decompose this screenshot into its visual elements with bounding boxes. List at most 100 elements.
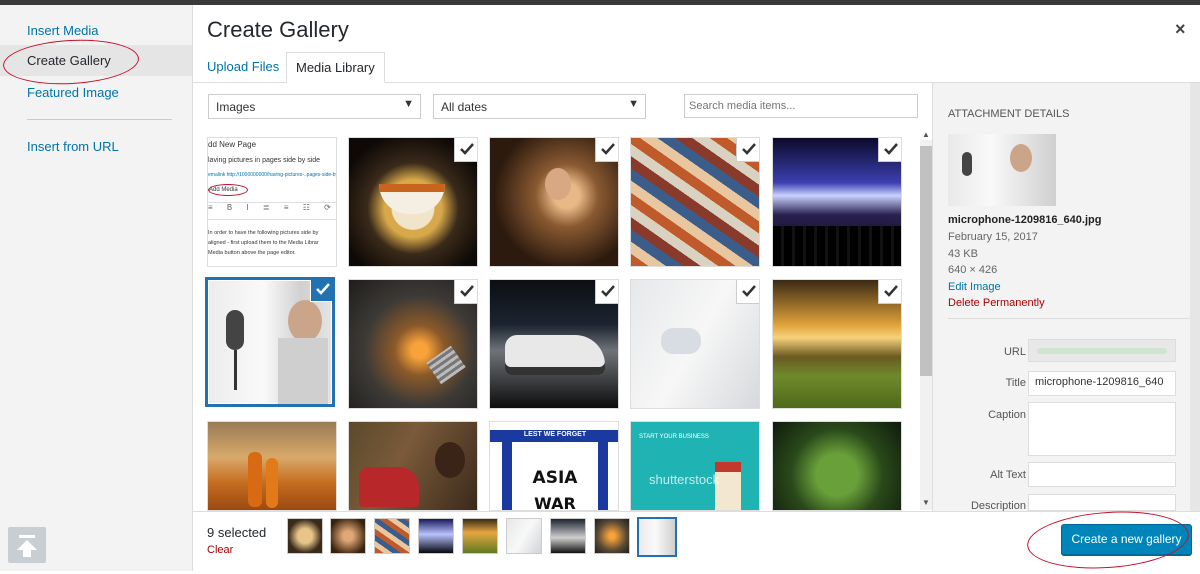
selection-thumb-sunset[interactable] — [462, 518, 498, 554]
tea-cup-shape — [379, 184, 445, 214]
banner-line: shutterstock — [649, 472, 720, 487]
media-tile-screenshot[interactable]: dd New Page laving pictures in pages sid… — [207, 137, 337, 267]
media-tile-sneakers[interactable] — [348, 421, 478, 511]
doc-line: dd New Page — [208, 140, 257, 149]
poster-line: LEST WE FORGET — [523, 431, 587, 438]
caption-label: Caption — [988, 409, 1026, 421]
boy-shirt — [278, 338, 328, 404]
chevron-down-icon: ▼ — [403, 98, 414, 110]
doc-toolbar: ≡ B I ≣ ≡ ☷ ⟳ — [208, 202, 336, 220]
media-tile-asia-war-poster[interactable]: LEST WE FORGET ASIA WAR — [489, 421, 619, 511]
media-tile-tea-cup[interactable] — [348, 137, 478, 267]
media-tile-violin[interactable] — [489, 137, 619, 267]
clear-selection-link[interactable]: Clear — [207, 544, 233, 556]
details-separator — [948, 318, 1191, 319]
media-tile-lightbulb[interactable] — [348, 279, 478, 409]
details-scrollbar[interactable] — [1190, 83, 1200, 511]
doc-line: Add Media — [208, 184, 248, 196]
attachment-details-panel: ATTACHMENT DETAILS microphone-1209816_64… — [932, 83, 1200, 512]
media-tile-business-banner[interactable]: START YOUR BUSINESS shutterstock — [630, 421, 760, 511]
title-field[interactable]: microphone-1209816_640 — [1028, 371, 1176, 396]
media-tile-race-car[interactable] — [489, 279, 619, 409]
check-icon[interactable] — [455, 280, 477, 303]
microphone-shape — [962, 152, 972, 176]
media-type-select[interactable]: Images ▼ — [208, 94, 421, 119]
attachment-date: February 15, 2017 — [948, 231, 1038, 243]
torii-pillar — [502, 442, 512, 510]
selection-thumb-doctor[interactable] — [506, 518, 542, 554]
attachment-details-heading: ATTACHMENT DETAILS — [948, 108, 1070, 120]
attachment-thumbnail — [948, 134, 1056, 206]
edit-image-link[interactable]: Edit Image — [948, 281, 1001, 293]
date-filter-select[interactable]: All dates ▼ — [433, 94, 646, 119]
selection-thumb-race-car[interactable] — [550, 518, 586, 554]
scroll-up-arrow[interactable]: ▲ — [922, 130, 930, 139]
race-car-body — [505, 335, 605, 375]
url-field[interactable] — [1028, 339, 1176, 362]
check-icon[interactable] — [879, 138, 901, 161]
tab-upload-files[interactable]: Upload Files — [198, 52, 288, 83]
check-icon[interactable] — [596, 138, 618, 161]
selection-thumb-tea-cup[interactable] — [287, 518, 323, 554]
microphone-shape — [226, 310, 244, 350]
scroll-down-arrow[interactable]: ▼ — [922, 498, 930, 507]
selection-thumb-violin[interactable] — [330, 518, 366, 554]
selection-thumb-paint[interactable] — [374, 518, 410, 554]
bulb-base — [426, 345, 466, 385]
poster-line: ASIA — [532, 468, 578, 488]
media-tile-paint[interactable] — [630, 137, 760, 267]
selection-thumb-concert[interactable] — [418, 518, 454, 554]
media-tile-plant[interactable] — [772, 421, 902, 511]
close-icon[interactable]: × — [1175, 19, 1186, 40]
doc-line: In order to have the following pictures … — [208, 230, 319, 236]
check-icon[interactable] — [455, 138, 477, 161]
title-label: Title — [1005, 377, 1026, 389]
banner-line: START YOUR BUSINESS — [639, 434, 709, 440]
url-label: URL — [1003, 346, 1026, 358]
menu-separator — [27, 119, 172, 120]
grid-scrollbar-thumb[interactable] — [920, 146, 932, 376]
attachment-size: 43 KB — [948, 248, 978, 260]
menu-insert-media[interactable]: Insert Media — [27, 23, 99, 38]
media-tile-microphone[interactable] — [205, 277, 335, 407]
caption-field[interactable] — [1028, 402, 1176, 456]
doc-line: laving pictures in pages side by side — [208, 157, 321, 164]
check-icon[interactable] — [879, 280, 901, 303]
menu-featured-image[interactable]: Featured Image — [27, 85, 119, 100]
monk-figure — [248, 452, 262, 507]
search-input[interactable] — [684, 94, 918, 118]
check-icon[interactable] — [737, 280, 759, 303]
doc-line: Media button above the page editor. — [208, 250, 296, 256]
date-filter-value: All dates — [441, 100, 488, 114]
torii-pillar — [598, 442, 608, 510]
poster-line: WAR — [534, 494, 576, 511]
selection-thumb-microphone[interactable] — [637, 517, 677, 557]
delete-permanently-link[interactable]: Delete Permanently — [948, 297, 1045, 309]
description-field[interactable] — [1028, 494, 1176, 511]
tab-media-library[interactable]: Media Library — [286, 52, 385, 83]
chevron-down-icon: ▼ — [628, 98, 639, 110]
page-title: Create Gallery — [207, 17, 349, 42]
microphone-stand — [234, 350, 237, 390]
media-tile-sunset-field[interactable] — [772, 279, 902, 409]
menu-insert-from-url[interactable]: Insert from URL — [27, 139, 119, 154]
alt-text-label: Alt Text — [990, 469, 1026, 481]
selection-count: 9 selected — [207, 525, 267, 540]
media-tile-concert[interactable] — [772, 137, 902, 267]
media-type-value: Images — [216, 100, 256, 114]
doc-line: aligned - first upload them to the Media… — [208, 240, 319, 246]
attachment-filename: microphone-1209816_640.jpg — [948, 214, 1102, 226]
selection-thumb-lightbulb[interactable] — [594, 518, 630, 554]
media-tile-doctor[interactable] — [630, 279, 760, 409]
alt-text-field[interactable] — [1028, 462, 1176, 487]
check-icon[interactable] — [596, 280, 618, 303]
red-sneaker — [359, 467, 419, 507]
monk-figure — [266, 458, 278, 508]
media-frame-menu: Insert Media Create Gallery Featured Ima… — [0, 5, 193, 571]
check-icon[interactable] — [737, 138, 759, 161]
upload-icon-stem — [23, 545, 31, 557]
url-field-blurred-value — [1037, 348, 1167, 354]
media-tile-monks[interactable] — [207, 421, 337, 511]
check-icon[interactable] — [311, 280, 332, 301]
violinist-face — [545, 168, 571, 200]
